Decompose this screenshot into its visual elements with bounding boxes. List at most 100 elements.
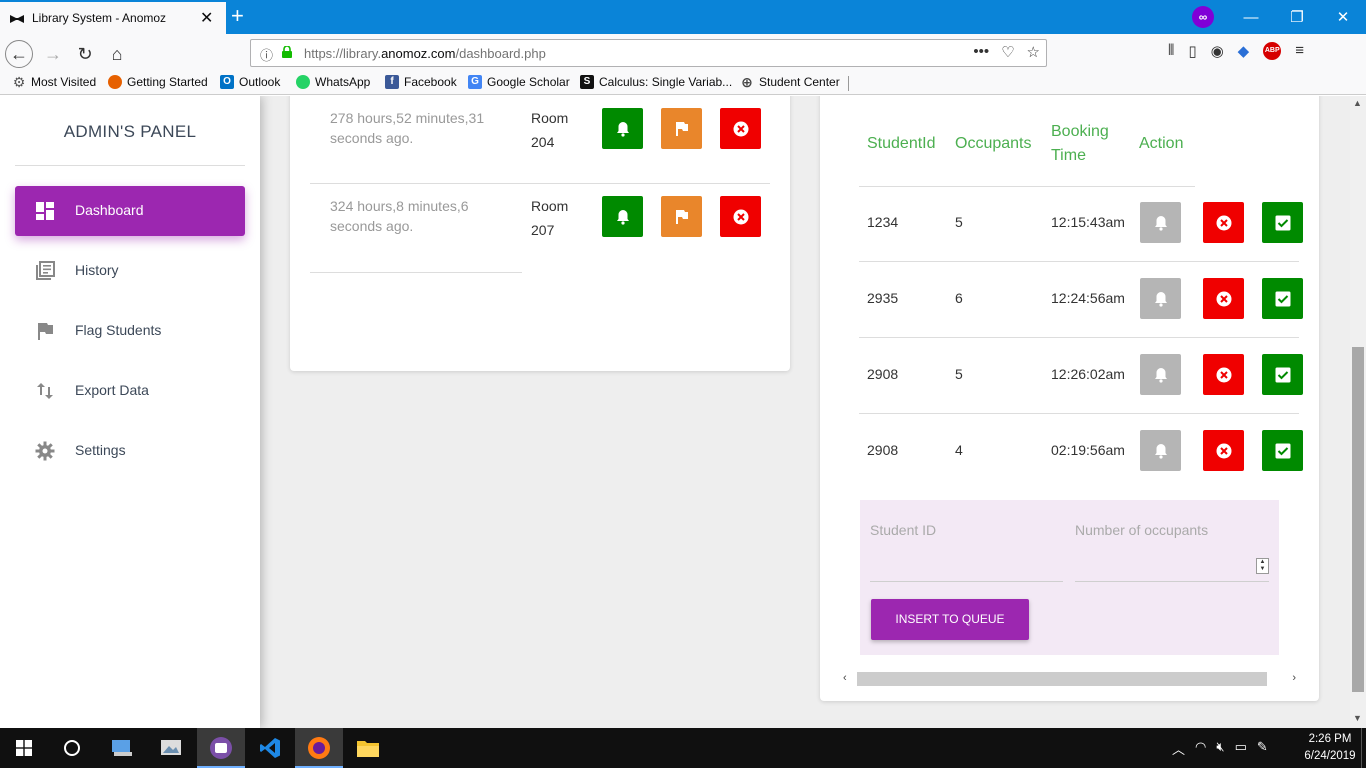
close-window-button[interactable]: ✕ (1320, 8, 1366, 26)
back-button[interactable]: ← (5, 40, 33, 68)
admin-sidebar: ADMIN'S PANEL Dashboard History Flag Stu… (0, 96, 260, 728)
scroll-right-icon[interactable]: › (1292, 672, 1296, 684)
sidebar-item-export-data[interactable]: Export Data (15, 366, 245, 416)
bookmark-label: Outlook (239, 75, 281, 89)
scroll-down-icon[interactable]: ▼ (1353, 713, 1362, 723)
notify-button[interactable] (602, 108, 643, 149)
scroll-up-icon[interactable]: ▲ (1353, 98, 1362, 108)
insert-queue-form: Student ID Number of occupants ▲ ▼ INSERT… (860, 500, 1279, 655)
taskbar-app-purple[interactable] (197, 728, 245, 768)
flag-button[interactable] (661, 108, 702, 149)
whatsapp-icon (296, 75, 310, 89)
sidebar-item-label: Dashboard (75, 202, 144, 218)
sidebar-item-flag-students[interactable]: Flag Students (15, 306, 245, 356)
pocket-icon[interactable]: ♡ (1001, 43, 1014, 61)
bookmark-label: Calculus: Single Variab... (599, 75, 733, 89)
sidebar-item-dashboard[interactable]: Dashboard (15, 186, 245, 236)
close-circle-icon (1216, 443, 1231, 458)
bookmark-calculus[interactable]: S Calculus: Single Variab... (580, 75, 732, 89)
bell-icon (1154, 367, 1167, 383)
horizontal-scrollbar[interactable]: ‹ › (840, 672, 1299, 686)
tab-favicon-icon (10, 15, 24, 23)
bookmark-student-center[interactable]: ⊕ Student Center (740, 75, 840, 89)
account-icon[interactable]: ◉ (1211, 42, 1224, 60)
taskbar-clock[interactable]: 2:26 PM 6/24/2019 (1300, 731, 1360, 765)
approve-button[interactable] (1262, 354, 1303, 395)
cortana-button[interactable] (48, 728, 96, 768)
vertical-scrollbar[interactable]: ▲ ▼ (1350, 96, 1366, 728)
booking-row: 278 hours,52 minutes,31 seconds ago. Roo… (310, 96, 770, 184)
scroll-thumb[interactable] (1352, 347, 1364, 692)
bookmark-outlook[interactable]: O Outlook (220, 75, 280, 89)
approve-button[interactable] (1262, 430, 1303, 471)
site-info-icon[interactable]: ⓘ (260, 45, 273, 64)
taskbar-app-gallery[interactable] (147, 728, 195, 768)
bookmark-label: Most Visited (31, 75, 97, 89)
notify-button[interactable] (1140, 202, 1181, 243)
volume-icon[interactable]: 🔇︎ (1216, 739, 1224, 758)
browser-tab[interactable]: Library System - Anomoz ✕ (0, 0, 226, 34)
pen-icon[interactable]: ✎ (1257, 739, 1268, 758)
library-icon[interactable]: ⫴ (1168, 42, 1174, 60)
flag-button[interactable] (661, 196, 702, 237)
bookmark-whatsapp[interactable]: WhatsApp (296, 75, 370, 89)
extension-icon[interactable]: ◆ (1238, 42, 1250, 60)
clock-time: 2:26 PM (1308, 733, 1352, 745)
remove-button[interactable] (1203, 278, 1244, 319)
sidebar-item-settings[interactable]: Settings (15, 426, 245, 476)
cancel-booking-button[interactable] (720, 108, 761, 149)
approve-button[interactable] (1262, 278, 1303, 319)
app-icon (210, 737, 232, 759)
tray-chevron-icon[interactable]: ︿ (1172, 739, 1185, 758)
approve-button[interactable] (1262, 202, 1303, 243)
remove-button[interactable] (1203, 202, 1244, 243)
student-id-field[interactable]: Student ID (870, 500, 1063, 582)
occupants-placeholder: Number of occupants (1075, 522, 1209, 538)
bookmark-facebook[interactable]: f Facebook (385, 75, 457, 89)
dashboard-icon (36, 202, 54, 220)
page-actions-icon[interactable]: ••• (973, 43, 989, 61)
remove-button[interactable] (1203, 430, 1244, 471)
remove-button[interactable] (1203, 354, 1244, 395)
scroll-left-icon[interactable]: ‹ (843, 672, 847, 684)
taskbar-app-vscode[interactable] (246, 728, 294, 768)
new-tab-button[interactable]: + (231, 3, 244, 29)
tab-close-icon[interactable]: ✕ (200, 8, 213, 28)
settings-icon (35, 441, 55, 461)
scroll-track[interactable] (857, 672, 1267, 686)
notify-button[interactable] (1140, 430, 1181, 471)
notify-button[interactable] (602, 196, 643, 237)
close-circle-icon (1216, 367, 1231, 382)
reload-button[interactable]: ↻ (71, 40, 99, 68)
network-icon[interactable]: ◠ (1195, 739, 1206, 758)
bookmark-getting-started[interactable]: Getting Started (108, 75, 208, 89)
check-box-icon (1275, 367, 1290, 382)
number-spinner[interactable]: ▲ ▼ (1256, 558, 1269, 574)
minimize-button[interactable]: — (1228, 9, 1274, 26)
adblock-icon[interactable]: ABP (1263, 42, 1282, 60)
battery-icon[interactable]: ▭ (1235, 739, 1247, 758)
bookmark-most-visited[interactable]: ⚙ Most Visited (12, 75, 96, 89)
bookmark-google-scholar[interactable]: G Google Scholar (468, 75, 570, 89)
notify-button[interactable] (1140, 278, 1181, 319)
close-circle-icon (1216, 215, 1231, 230)
booking-row: 324 hours,8 minutes,6 seconds ago. Room … (310, 184, 770, 272)
sidebar-item-history[interactable]: History (15, 246, 245, 296)
menu-icon[interactable]: ≡ (1295, 42, 1304, 60)
home-button[interactable]: ⌂ (103, 40, 131, 68)
maximize-button[interactable]: ❐ (1274, 8, 1320, 26)
taskbar-app-explorer[interactable] (344, 728, 392, 768)
show-desktop-button[interactable] (1361, 728, 1366, 768)
address-bar[interactable]: ⓘ https://library.anomoz.com/dashboard.p… (250, 39, 1047, 67)
insert-to-queue-button[interactable]: INSERT TO QUEUE (871, 599, 1029, 640)
booking-elapsed-time: 324 hours,8 minutes,6 seconds ago. (330, 198, 469, 234)
bookmark-star-icon[interactable]: ☆ (1027, 43, 1040, 61)
start-button[interactable] (0, 728, 48, 768)
notify-button[interactable] (1140, 354, 1181, 395)
taskbar-app-firefox[interactable] (295, 728, 343, 768)
cancel-booking-button[interactable] (720, 196, 761, 237)
occupants-field[interactable]: Number of occupants ▲ ▼ (1075, 500, 1269, 582)
sidebar-toggle-icon[interactable]: ▯ (1188, 42, 1196, 60)
forward-button[interactable]: → (39, 40, 67, 68)
taskbar-app-computer[interactable] (98, 728, 146, 768)
